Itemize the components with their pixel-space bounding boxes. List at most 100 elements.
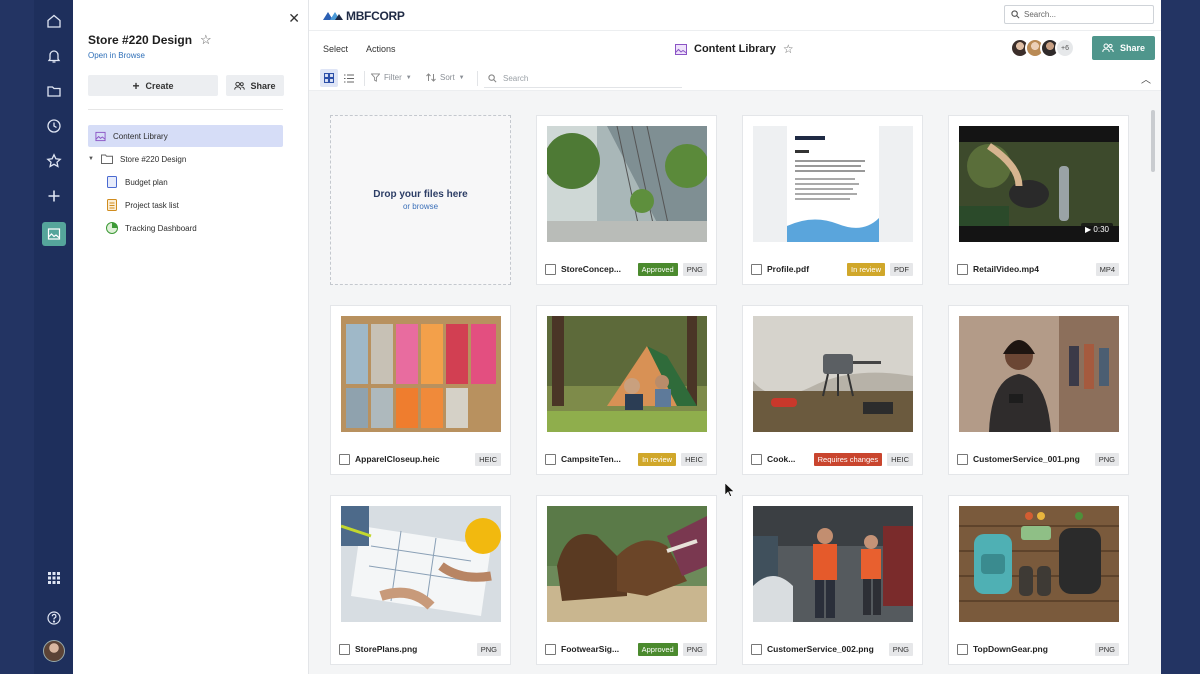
file-type-badge: PNG — [888, 642, 913, 656]
browse-link[interactable]: or browse — [403, 202, 438, 211]
file-thumbnail[interactable]: ▶ 0:30 — [959, 126, 1119, 242]
file-card[interactable]: CustomerService_001.png PNG — [948, 305, 1129, 475]
tree-item-budget-plan[interactable]: Budget plan — [88, 171, 283, 193]
file-select-checkbox[interactable] — [339, 453, 350, 465]
file-card[interactable]: TopDownGear.png PNG — [948, 495, 1129, 665]
tree-item-content-library[interactable]: Content Library — [88, 125, 283, 147]
close-icon[interactable]: ✕ — [288, 10, 300, 27]
star-icon[interactable] — [40, 147, 68, 175]
file-select-checkbox[interactable] — [545, 453, 556, 465]
brand-logo[interactable]: MBFCORP — [323, 9, 405, 23]
help-icon[interactable] — [40, 604, 68, 632]
status-badge: Approved — [637, 642, 678, 656]
panel-divider — [88, 109, 283, 110]
file-name: RetailVideo.mp4 — [973, 264, 1039, 274]
file-thumbnail[interactable] — [959, 316, 1119, 432]
file-select-checkbox[interactable] — [957, 263, 968, 275]
file-select-checkbox[interactable] — [751, 643, 762, 655]
file-name: CampsiteTen... — [561, 454, 621, 464]
file-thumbnail[interactable] — [341, 316, 501, 432]
file-thumbnail[interactable] — [959, 506, 1119, 622]
file-card-footer: RetailVideo.mp4 MP4 — [957, 261, 1119, 277]
file-type-badge: MP4 — [1095, 262, 1119, 276]
page-title-text: Content Library — [694, 43, 776, 55]
folder-icon[interactable] — [40, 77, 68, 105]
file-card[interactable]: CampsiteTen... In review HEIC — [536, 305, 717, 475]
file-type-badge: PNG — [682, 642, 707, 656]
file-thumbnail[interactable] — [753, 316, 913, 432]
tree-item-label: Store #220 Design — [120, 154, 187, 164]
panel-share-button[interactable]: Share — [226, 75, 284, 96]
file-select-checkbox[interactable] — [957, 643, 968, 655]
file-thumbnail[interactable] — [753, 126, 913, 242]
apps-grid-icon[interactable] — [40, 564, 68, 592]
create-button[interactable]: + Create — [88, 75, 218, 96]
file-select-checkbox[interactable] — [339, 643, 350, 655]
file-card[interactable]: FootwearSig... Approved PNG — [536, 495, 717, 665]
file-type-badge: HEIC — [475, 452, 501, 466]
tree-item-store-folder[interactable]: ▼ Store #220 Design — [88, 148, 283, 170]
file-name: FootwearSig... — [561, 644, 620, 654]
open-in-browse-link[interactable]: Open in Browse — [88, 51, 145, 60]
folder-icon — [101, 153, 113, 165]
upload-dropzone[interactable]: Drop your files here or browse — [330, 115, 511, 285]
file-card[interactable]: StoreConcep... Approved PNG — [536, 115, 717, 285]
tree-nav: Content Library ▼ Store #220 Design Budg… — [88, 125, 283, 240]
collapse-chevron-up-icon[interactable]: ︿ — [1141, 71, 1151, 86]
logo-text: MBFCORP — [346, 9, 405, 23]
file-card[interactable]: ApparelCloseup.heic HEIC — [330, 305, 511, 475]
dropzone-title: Drop your files here — [373, 189, 468, 200]
tree-item-tracking-dashboard[interactable]: Tracking Dashboard — [88, 217, 283, 239]
file-card[interactable]: Profile.pdf In review PDF — [742, 115, 923, 285]
file-thumbnail[interactable] — [547, 506, 707, 622]
panel-title-text: Store #220 Design — [88, 33, 193, 47]
list-view-icon[interactable] — [340, 69, 358, 87]
home-icon[interactable] — [40, 7, 68, 35]
search-icon — [488, 74, 497, 83]
share-button[interactable]: Share — [1092, 36, 1155, 60]
file-type-badge: HEIC — [887, 452, 913, 466]
file-name: Cook... — [767, 454, 796, 464]
file-select-checkbox[interactable] — [751, 263, 762, 275]
clock-icon[interactable] — [40, 112, 68, 140]
library-search-input[interactable]: Search — [484, 70, 682, 88]
collaborator-avatars[interactable]: +6 — [1010, 38, 1075, 58]
filter-dropdown[interactable]: Filter ▼ — [371, 73, 412, 82]
file-thumbnail[interactable] — [547, 316, 707, 432]
sort-dropdown[interactable]: Sort ▼ — [426, 73, 465, 82]
file-card[interactable]: ▶ 0:30 RetailVideo.mp4 MP4 — [948, 115, 1129, 285]
user-avatar[interactable] — [42, 640, 65, 662]
toolbar-separator — [477, 71, 478, 86]
favorite-star-icon[interactable]: ☆ — [783, 42, 794, 56]
file-select-checkbox[interactable] — [957, 453, 968, 465]
select-menu[interactable]: Select — [323, 44, 348, 54]
file-card[interactable]: CustomerService_002.png PNG — [742, 495, 923, 665]
file-thumbnail[interactable] — [753, 506, 913, 622]
caret-down-icon[interactable]: ▼ — [88, 156, 94, 162]
status-badge: In review — [846, 262, 885, 276]
file-name: StorePlans.png — [355, 644, 418, 654]
library-search-placeholder: Search — [503, 74, 529, 83]
page-title: Content Library ☆ — [675, 42, 794, 56]
actions-menu[interactable]: Actions — [366, 44, 396, 54]
tree-item-project-task-list[interactable]: Project task list — [88, 194, 283, 216]
file-thumbnail[interactable] — [341, 506, 501, 622]
grid-view-icon[interactable] — [320, 69, 338, 87]
file-select-checkbox[interactable] — [545, 643, 556, 655]
global-search-input[interactable]: Search... — [1004, 5, 1154, 24]
content-library-icon — [675, 43, 687, 55]
top-bar: MBFCORP Search... — [309, 0, 1161, 31]
bell-icon[interactable] — [40, 42, 68, 70]
content-library-icon[interactable] — [41, 222, 66, 246]
file-select-checkbox[interactable] — [751, 453, 762, 465]
file-thumbnail[interactable] — [547, 126, 707, 242]
file-card[interactable]: Cook... Requires changes HEIC — [742, 305, 923, 475]
plus-icon[interactable] — [40, 182, 68, 210]
file-card[interactable]: StorePlans.png PNG — [330, 495, 511, 665]
chevron-down-icon: ▼ — [405, 74, 412, 81]
scrollbar[interactable] — [1151, 110, 1155, 172]
file-select-checkbox[interactable] — [545, 263, 556, 275]
file-grid: Drop your files here or browse StoreConc… — [330, 115, 1129, 665]
favorite-star-icon[interactable]: ☆ — [200, 32, 212, 48]
more-collaborators-badge[interactable]: +6 — [1055, 38, 1075, 58]
